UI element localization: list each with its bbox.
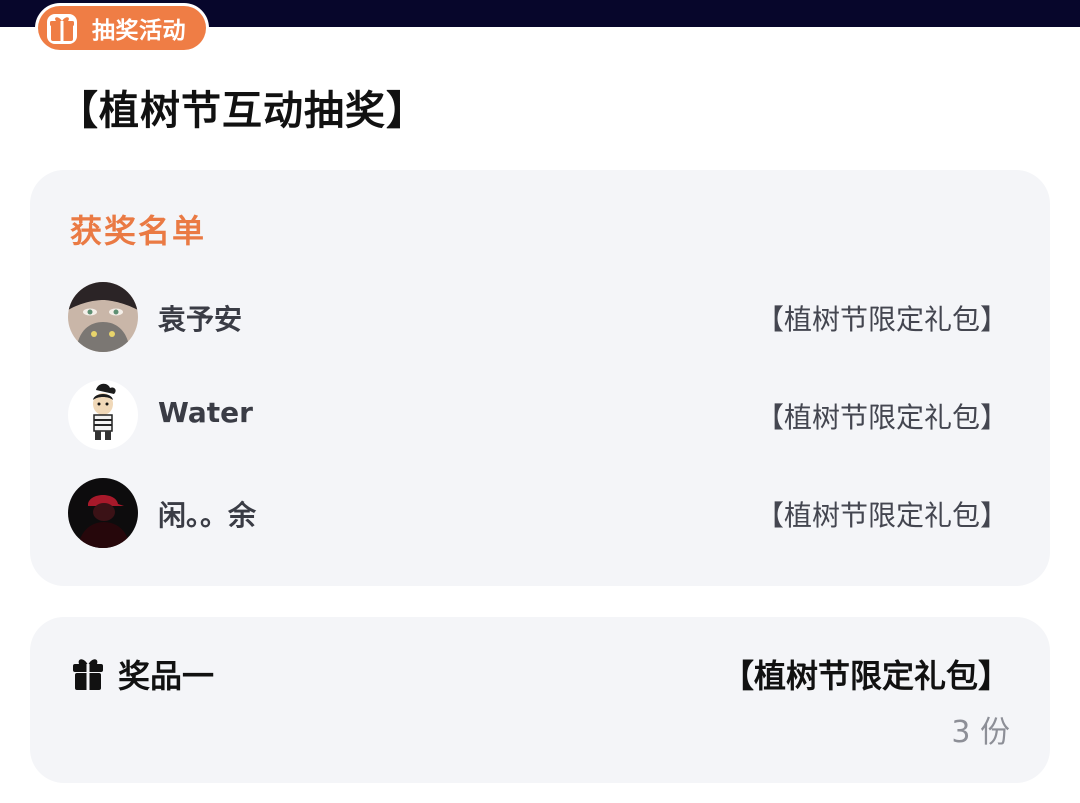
- lottery-badge: 抽奖活动: [38, 6, 206, 50]
- winner-name: 闲。。余: [158, 499, 257, 532]
- prize-name: 【植树节限定礼包】: [721, 657, 1010, 695]
- avatar[interactable]: [68, 282, 138, 352]
- winner-row[interactable]: 袁予安 【植树节限定礼包】: [68, 282, 1008, 352]
- gift-icon: [44, 10, 80, 46]
- prize-card: 奖品一 【植树节限定礼包】 3 份: [30, 617, 1050, 783]
- winner-name: Water: [158, 396, 253, 429]
- winner-name: 袁予安: [158, 303, 243, 336]
- winner-row[interactable]: 闲。。余 【植树节限定礼包】: [68, 478, 1008, 548]
- prize-count: 3 份: [951, 715, 1010, 750]
- winner-row[interactable]: Water 【植树节限定礼包】: [68, 380, 1008, 450]
- winners-heading: 获奖名单: [70, 212, 207, 250]
- page-title: 【植树节互动抽奖】: [58, 88, 427, 134]
- winner-prize: 【植树节限定礼包】: [755, 499, 1008, 532]
- winner-prize: 【植树节限定礼包】: [755, 401, 1008, 434]
- prize-label: 奖品一: [118, 657, 215, 695]
- winners-card: 获奖名单 袁予安 【植树节限定礼包】 Water 【植树节限定礼包】 闲。。余 …: [30, 170, 1050, 586]
- badge-label: 抽奖活动: [92, 18, 186, 44]
- winner-prize: 【植树节限定礼包】: [755, 303, 1008, 336]
- avatar[interactable]: [68, 478, 138, 548]
- avatar[interactable]: [68, 380, 138, 450]
